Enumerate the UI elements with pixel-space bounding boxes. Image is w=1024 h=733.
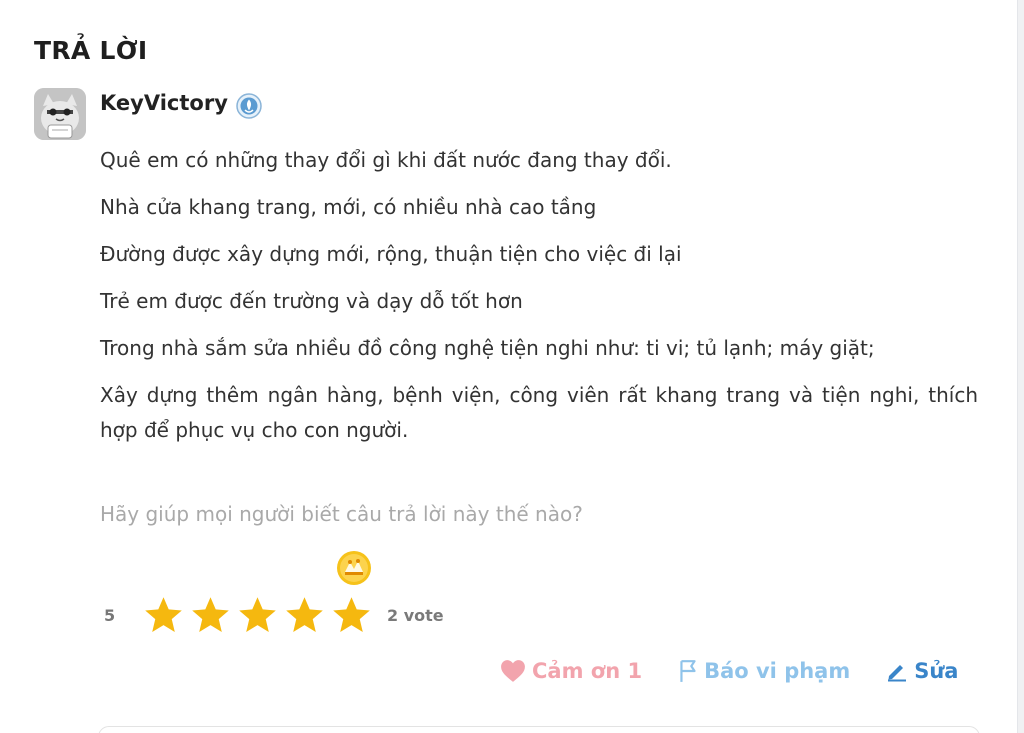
answer-line: Trẻ em được đến trường và dạy dỗ tốt hơn [100, 289, 523, 313]
vote-count: 2 vote [387, 605, 444, 625]
answer-body: Quê em có những thay đổi gì khi đất nước… [100, 143, 978, 461]
thanks-label: Cảm ơn 1 [532, 659, 643, 683]
scrollbar-track[interactable] [1017, 0, 1024, 733]
star-rating[interactable] [142, 594, 377, 637]
report-label: Báo vi phạm [704, 659, 851, 683]
next-answer-card [98, 726, 980, 733]
thanks-button[interactable]: Cảm ơn 1 [500, 659, 642, 683]
answer-line: Nhà cửa khang trang, mới, có nhiều nhà c… [100, 195, 597, 219]
answer-page: TRẢ LỜI KeyVictory Quê em có những thay … [0, 0, 1024, 733]
flag-icon [680, 660, 696, 682]
star-icon[interactable] [189, 594, 232, 637]
answer-line: Trong nhà sắm sửa nhiều đồ công nghệ tiệ… [100, 336, 875, 360]
answer-line: Quê em có những thay đổi gì khi đất nước… [100, 148, 672, 172]
rating-row: 5 2 vote [104, 592, 444, 638]
star-icon[interactable] [142, 594, 185, 637]
pencil-icon [888, 665, 907, 682]
edit-button[interactable]: Sửa [886, 659, 958, 683]
avatar[interactable] [34, 88, 86, 140]
reward-badge-icon [337, 551, 371, 585]
rating-prompt: Hãy giúp mọi người biết câu trả lời này … [100, 502, 583, 526]
star-icon[interactable] [283, 594, 326, 637]
answer-actions: Cảm ơn 1 Báo vi phạm Sửa [500, 654, 958, 688]
edit-label: Sửa [914, 659, 959, 683]
author-name[interactable]: KeyVictory [100, 91, 228, 115]
answer-line: Đường được xây dựng mới, rộng, thuận tiệ… [100, 242, 682, 266]
star-icon[interactable] [236, 594, 279, 637]
verified-badge-icon [236, 93, 262, 119]
heart-icon [501, 660, 525, 682]
avatar-cat-illustration [34, 88, 86, 140]
star-icon[interactable] [330, 594, 373, 637]
section-title: TRẢ LỜI [34, 36, 148, 65]
answer-line: Xây dựng thêm ngân hàng, bệnh viện, công… [100, 383, 978, 442]
rating-score: 5 [104, 605, 116, 625]
report-button[interactable]: Báo vi phạm [678, 659, 850, 683]
